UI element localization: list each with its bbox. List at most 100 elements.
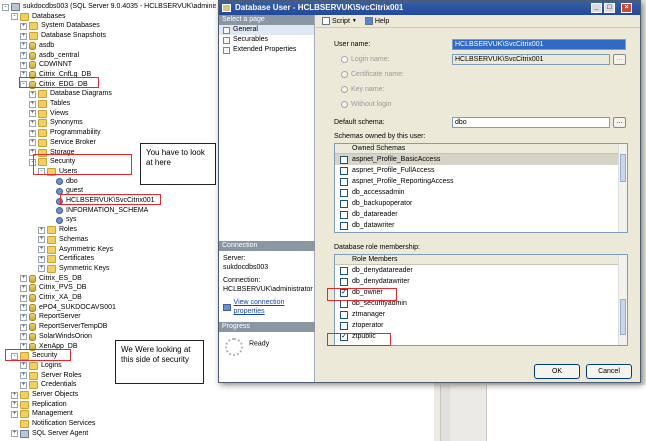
owned-schema-row[interactable]: aspnet_Profile_FullAccess (335, 165, 627, 176)
maximize-icon[interactable]: □ (604, 3, 615, 13)
tree-node[interactable]: + Database Snapshots (20, 31, 106, 41)
tree-node[interactable]: + Roles (38, 225, 77, 235)
page-item[interactable]: General (219, 25, 314, 35)
scrollbar-thumb[interactable] (620, 299, 626, 335)
tree-node[interactable]: + Views (29, 109, 69, 119)
tree-node[interactable]: + Credentials (20, 380, 76, 390)
tree-node[interactable]: + Symmetric Keys (38, 264, 110, 274)
expand-icon[interactable]: + (38, 246, 45, 253)
expand-icon[interactable]: + (29, 129, 36, 137)
expand-icon[interactable]: + (20, 32, 27, 40)
expand-icon[interactable]: + (20, 294, 27, 302)
minimize-icon[interactable]: _ (591, 3, 602, 13)
checkbox[interactable] (340, 188, 348, 197)
cancel-button[interactable]: Cancel (586, 364, 632, 379)
expand-icon[interactable]: + (20, 372, 27, 380)
checkbox[interactable] (340, 221, 348, 230)
checkbox[interactable] (340, 266, 348, 275)
scrollbar-thumb[interactable] (620, 154, 626, 182)
tree-node[interactable]: + Service Broker (29, 138, 96, 148)
tree-node[interactable]: + asdb_central (20, 51, 79, 61)
help-button[interactable]: Help (364, 17, 389, 25)
close-icon[interactable]: × (621, 3, 632, 13)
owned-schema-row[interactable]: aspnet_Profile_ReportingAccess (335, 176, 627, 187)
tree-node[interactable]: + System Databases (20, 21, 100, 31)
checkbox[interactable] (340, 155, 348, 164)
role-members-scrollbar[interactable] (618, 255, 627, 345)
tree-node[interactable]: + asdb (20, 41, 54, 51)
default-schema-browse-button[interactable]: ... (613, 117, 626, 128)
page-item[interactable]: Securables (219, 35, 314, 45)
expand-icon[interactable]: + (29, 100, 36, 108)
tree-node[interactable]: + Citrix_XA_DB (20, 293, 82, 303)
page-item[interactable]: Extended Properties (219, 45, 314, 55)
tree-node[interactable]: + Asymmetric Keys (38, 245, 113, 255)
default-schema-input[interactable]: dbo (452, 117, 610, 128)
tree-node[interactable]: Notification Services (11, 419, 95, 429)
expand-icon[interactable]: + (20, 323, 27, 331)
tree-node[interactable]: + Schemas (38, 235, 88, 245)
expand-icon[interactable]: + (29, 139, 36, 147)
role-member-row[interactable]: db_denydatawriter (335, 276, 627, 287)
key-name-radio[interactable]: Key name: (341, 86, 384, 93)
expand-icon[interactable]: + (11, 401, 18, 409)
expand-icon[interactable]: + (20, 333, 27, 341)
tree-node[interactable]: + Server Roles (20, 371, 81, 381)
owned-schema-row[interactable]: db_datawriter (335, 220, 627, 231)
expand-icon[interactable]: + (20, 22, 27, 30)
without-login-radio[interactable]: Without login (341, 101, 391, 108)
owned-schema-row[interactable]: aspnet_Profile_BasicAccess (335, 154, 627, 165)
expand-icon[interactable]: + (29, 90, 36, 98)
expand-icon[interactable]: + (11, 410, 18, 418)
dialog-titlebar[interactable]: Database User - HCLBSERVUK\SvcCitrix001 … (219, 1, 640, 15)
tree-node[interactable]: + CDWINNT (20, 60, 72, 70)
expand-icon[interactable]: + (38, 236, 45, 244)
login-name-browse-button[interactable]: ... (613, 54, 626, 65)
view-connection-properties-link[interactable]: View connection properties (234, 298, 311, 316)
tree-node[interactable]: + Certificates (38, 254, 94, 264)
expand-icon[interactable]: + (20, 362, 27, 370)
expand-icon[interactable]: + (20, 381, 27, 389)
expand-icon[interactable]: + (11, 391, 18, 399)
expand-icon[interactable]: + (20, 284, 27, 292)
owned-schema-row[interactable]: db_datareader (335, 209, 627, 220)
tree-node[interactable]: + Server Objects (11, 390, 78, 400)
tree-node[interactable]: + SQL Server Agent (11, 429, 88, 439)
tree-node[interactable]: - sukdocdbs003 (SQL Server 9.0.4035 - HCL… (2, 2, 216, 12)
checkbox[interactable] (340, 277, 348, 286)
tree-node[interactable]: INFORMATION_SCHEMA (47, 206, 148, 216)
tree-node[interactable]: + Tables (29, 99, 70, 109)
checkbox[interactable] (340, 310, 348, 319)
tree-node[interactable]: + Database Diagrams (29, 89, 112, 99)
tree-node[interactable]: + ReportServer (20, 312, 81, 322)
tree-node[interactable]: dbo (47, 177, 78, 187)
expand-icon[interactable]: + (29, 119, 36, 127)
tree-node[interactable]: + Citrix_PVS_DB (20, 283, 86, 293)
collapse-icon[interactable]: - (11, 13, 18, 21)
tree-node[interactable]: + Citrix_ES_DB (20, 274, 82, 284)
tree-node[interactable]: sys (47, 215, 77, 225)
ok-button[interactable]: OK (534, 364, 580, 379)
expand-icon[interactable]: + (38, 226, 45, 234)
expand-icon[interactable]: + (20, 61, 27, 69)
expand-icon[interactable]: + (20, 42, 27, 50)
role-member-row[interactable]: db_denydatareader (335, 265, 627, 276)
checkbox[interactable] (340, 166, 348, 175)
tree-node[interactable]: + Synonyms (29, 118, 83, 128)
expand-icon[interactable]: + (20, 275, 27, 283)
tree-node[interactable]: + Management (11, 409, 73, 419)
expand-icon[interactable]: + (38, 255, 45, 263)
expand-icon[interactable]: + (20, 52, 27, 59)
tree-node[interactable]: + Programmability (29, 128, 101, 138)
tree-node[interactable]: + Logins (20, 361, 62, 371)
owned-schema-row[interactable]: db_backupoperator (335, 198, 627, 209)
checkbox[interactable] (340, 199, 348, 208)
owned-schema-row[interactable]: db_accessadmin (335, 187, 627, 198)
user-name-input[interactable]: HCLBSERVUK\SvcCitrix001 (452, 39, 626, 50)
certificate-name-radio[interactable]: Certificate name: (341, 71, 404, 78)
owned-schemas-scrollbar[interactable] (618, 144, 627, 232)
tree-node[interactable]: + Replication (11, 400, 67, 410)
checkbox[interactable] (340, 177, 348, 186)
tree-node[interactable]: - Databases (11, 12, 65, 22)
background-scrollbar[interactable] (440, 385, 450, 441)
